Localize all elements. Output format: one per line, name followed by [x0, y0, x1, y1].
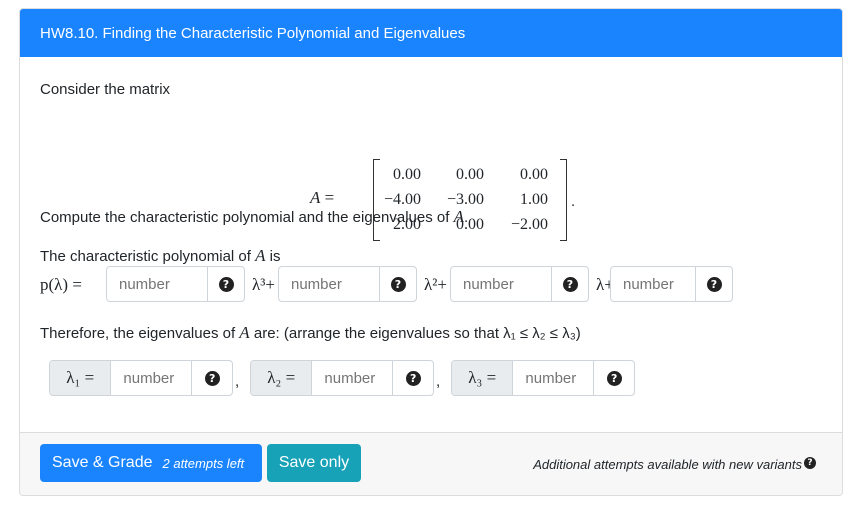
help-button[interactable]: ?: [393, 361, 433, 395]
lambda3-input[interactable]: [513, 361, 595, 395]
question-title: HW8.10. Finding the Characteristic Polyn…: [20, 9, 842, 57]
separator: ,: [235, 373, 240, 390]
lambda2-group: λ₂ = ?: [250, 360, 434, 396]
lambda1-group: λ₁ = ?: [49, 360, 233, 396]
poly-coeff-3-input[interactable]: [451, 267, 552, 301]
lambda2-label: λ₂ =: [251, 361, 313, 395]
lambda2-input[interactable]: [312, 361, 394, 395]
poly-coeff-1-group: ?: [106, 266, 245, 302]
additional-attempts-note: Additional attempts available with new v…: [533, 457, 802, 472]
separator: ,: [436, 373, 441, 390]
help-button[interactable]: ?: [192, 361, 232, 395]
matrix-a: 0.00 0.00 0.00 −4.00 −3.00 1.00 2.00 0.0…: [373, 159, 567, 241]
poly-term-lambda2: λ²+: [424, 275, 447, 294]
help-button[interactable]: ?: [208, 276, 244, 292]
compute-prompt: Compute the characteristic polynomial an…: [40, 207, 469, 226]
matrix-period: .: [571, 193, 576, 210]
question-body: Consider the matrix A = 0.00 0.00 0.00 −…: [20, 57, 842, 434]
question-circle-icon[interactable]: ?: [804, 457, 816, 469]
poly-coeff-4-group: ?: [610, 266, 733, 302]
lambda1-input[interactable]: [111, 361, 193, 395]
poly-coeff-4-input[interactable]: [611, 267, 696, 301]
matrix-cell: 0.00: [393, 166, 421, 183]
poly-coeff-1-input[interactable]: [107, 267, 208, 301]
lambda3-group: λ₃ = ?: [451, 360, 635, 396]
question-circle-icon: ?: [204, 370, 220, 386]
matrix-label: A =: [310, 188, 335, 207]
help-button[interactable]: ?: [552, 276, 588, 292]
help-button[interactable]: ?: [696, 276, 732, 292]
poly-coeff-2-input[interactable]: [279, 267, 380, 301]
save-and-grade-label: Save & Grade: [52, 454, 153, 471]
matrix-cell: 0.00: [456, 166, 484, 183]
matrix-cell: −2.00: [510, 216, 548, 233]
question-circle-icon: ?: [706, 276, 722, 292]
matrix-right-bracket: [560, 159, 567, 241]
matrix-cell: 0.00: [520, 166, 548, 183]
question-circle-icon: ?: [218, 276, 234, 292]
question-footer: Save & Grade 2 attempts left Save only A…: [20, 432, 842, 495]
intro-text: Consider the matrix: [40, 81, 171, 98]
save-and-grade-button[interactable]: Save & Grade 2 attempts left: [40, 444, 262, 482]
matrix-cell: 1.00: [520, 191, 548, 208]
question-circle-icon: ?: [390, 276, 406, 292]
question-circle-icon: ?: [562, 276, 578, 292]
save-only-button[interactable]: Save only: [267, 444, 361, 482]
question-circle-icon: ?: [606, 370, 622, 386]
polynomial-lhs: p(λ) =: [40, 275, 82, 294]
eigenvalue-prompt: Therefore, the eigenvalues of A are: (ar…: [40, 323, 581, 342]
help-button[interactable]: ?: [594, 361, 634, 395]
poly-term-lambda3: λ³+: [252, 275, 275, 294]
polynomial-label: The characteristic polynomial of A is: [40, 246, 281, 265]
lambda1-label: λ₁ =: [50, 361, 112, 395]
question-circle-icon: ?: [405, 370, 421, 386]
question-card: HW8.10. Finding the Characteristic Polyn…: [19, 8, 843, 496]
poly-coeff-2-group: ?: [278, 266, 417, 302]
help-button[interactable]: ?: [380, 276, 416, 292]
attempts-left: 2 attempts left: [162, 455, 245, 471]
poly-coeff-3-group: ?: [450, 266, 589, 302]
lambda3-label: λ₃ =: [452, 361, 514, 395]
